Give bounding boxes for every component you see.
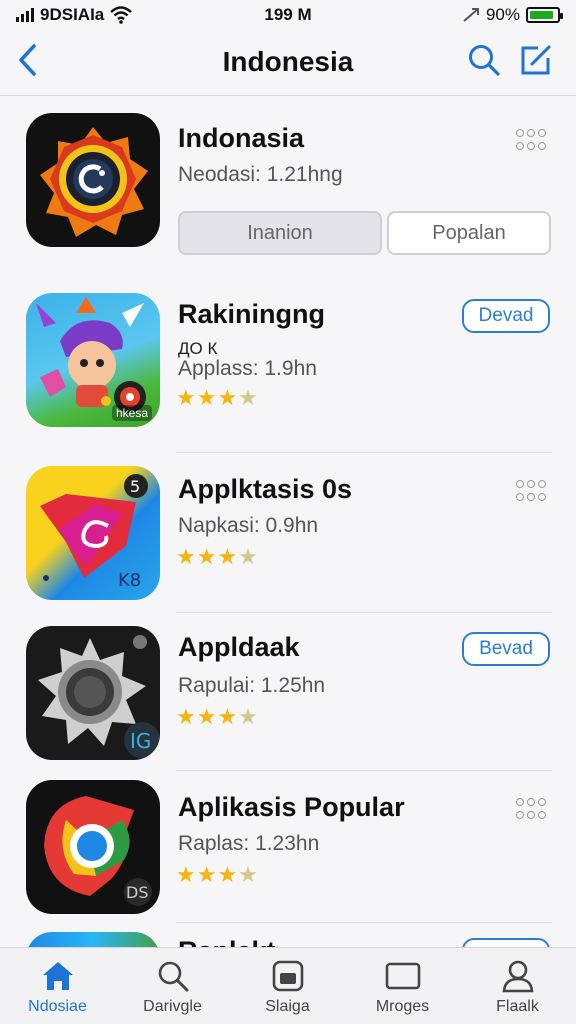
- list-item[interactable]: DS Aplikasis Popular Raplas: 1.23hn ★★★★: [0, 770, 576, 923]
- tab-label: Flaalk: [496, 998, 539, 1015]
- app-name: Applktasis 0s: [178, 474, 353, 504]
- segment-right-button[interactable]: Popalan: [387, 211, 551, 255]
- app-icon-indonasia: [26, 113, 160, 247]
- carrier-label: 9DSIAIa: [40, 5, 105, 24]
- svg-text:DS: DS: [126, 883, 148, 902]
- app-name: Rakiningng: [178, 299, 325, 329]
- window-icon: [385, 958, 421, 994]
- list-item[interactable]: IG Appldaak Rapulai: 1.25hn ★★★★ Bevad: [0, 612, 576, 771]
- person-icon: [500, 958, 536, 994]
- status-bar: 9DSIAIa 199 M 90%: [0, 0, 576, 30]
- app-store-icon: [270, 958, 306, 994]
- app-subtitle: Raplas: 1.23hn: [178, 832, 320, 855]
- rating-stars: ★★★★: [176, 544, 259, 569]
- tab-home[interactable]: Ndosiae: [0, 948, 115, 1024]
- app-icon-settings: IG: [26, 626, 160, 760]
- status-left: 9DSIAIa: [16, 5, 216, 25]
- app-name: Raplekt: [178, 936, 276, 947]
- signal-icon: [16, 8, 34, 22]
- app-icon-partial: [26, 932, 160, 947]
- search-icon: [469, 45, 500, 76]
- swirl-logo-icon: 5 K8: [40, 474, 148, 591]
- get-button[interactable]: [462, 938, 550, 947]
- app-extra: ДО К: [178, 339, 218, 358]
- battery-percent: 90%: [485, 5, 520, 24]
- svg-text:IG: IG: [130, 729, 151, 753]
- more-options-icon[interactable]: [516, 480, 550, 502]
- app-name: Indonasia: [178, 123, 305, 153]
- get-button[interactable]: Devad: [462, 299, 550, 333]
- more-options-icon[interactable]: [516, 798, 550, 820]
- rating-stars: ★★★★: [176, 385, 259, 410]
- svg-text:5: 5: [130, 477, 140, 496]
- location-arrow-icon: [463, 8, 479, 22]
- list-item[interactable]: hkesa Rakiningng ДО К Applass: 1.9hn ★★★…: [0, 277, 576, 453]
- app-subtitle: Napkasi: 0.9hn: [178, 514, 319, 537]
- tab-bar: Ndosiae Darivgle Slaiga Mroges Flaalk: [0, 947, 576, 1024]
- more-options-icon[interactable]: [516, 129, 550, 151]
- svg-text:K8: K8: [118, 570, 141, 591]
- tab-label: Slaiga: [265, 998, 310, 1015]
- featured-app-row[interactable]: Indonasia Neodasi: 1.21hng Inanion Popal…: [0, 97, 576, 277]
- tab-messages[interactable]: Mroges: [345, 948, 460, 1024]
- camera-logo-icon: [40, 127, 148, 237]
- tab-label: Mroges: [375, 998, 430, 1015]
- app-icon-game: hkesa: [26, 293, 160, 427]
- tab-profile[interactable]: Flaalk: [460, 948, 575, 1024]
- navigation-bar: Indonesia: [0, 30, 576, 96]
- app-subtitle: Rapulai: 1.25hn: [178, 674, 326, 697]
- rating-stars: ★★★★: [176, 862, 259, 887]
- compose-icon: [521, 45, 551, 75]
- tab-search[interactable]: Darivgle: [115, 948, 230, 1024]
- battery-icon: [526, 7, 563, 23]
- list-item[interactable]: Raplekt: [0, 922, 576, 947]
- status-time: 199 M: [264, 5, 312, 24]
- compose-button[interactable]: [518, 42, 554, 78]
- home-icon: [40, 958, 76, 994]
- app-subtitle: Neodasi: 1.21hng: [178, 163, 343, 186]
- segment-left-button[interactable]: Inanion: [178, 211, 382, 255]
- rating-stars: ★★★★: [176, 704, 259, 729]
- app-name: Appldaak: [178, 632, 300, 662]
- search-icon: [155, 958, 191, 994]
- tab-store[interactable]: Slaiga: [230, 948, 345, 1024]
- get-button[interactable]: Bevad: [462, 632, 550, 666]
- list-item[interactable]: 5 K8 Applktasis 0s Napkasi: 0.9hn ★★★★: [0, 452, 576, 613]
- tab-label: Darivgle: [143, 998, 202, 1015]
- search-button[interactable]: [466, 42, 502, 78]
- app-icon-brand: 5 K8: [26, 466, 160, 600]
- app-icon-browser: DS: [26, 780, 160, 914]
- app-name: Aplikasis Popular: [178, 792, 405, 822]
- app-subtitle: Applass: 1.9hn: [178, 357, 317, 380]
- battery-fill: [530, 11, 554, 19]
- gear-icon: IG: [38, 635, 160, 758]
- tab-label: Ndosiae: [28, 998, 87, 1015]
- app-list: Indonasia Neodasi: 1.21hng Inanion Popal…: [0, 97, 576, 947]
- app-badge: hkesa: [111, 405, 152, 421]
- browser-logo-icon: DS: [44, 796, 152, 906]
- wifi-icon: [110, 6, 133, 24]
- status-right: 90%: [360, 5, 563, 25]
